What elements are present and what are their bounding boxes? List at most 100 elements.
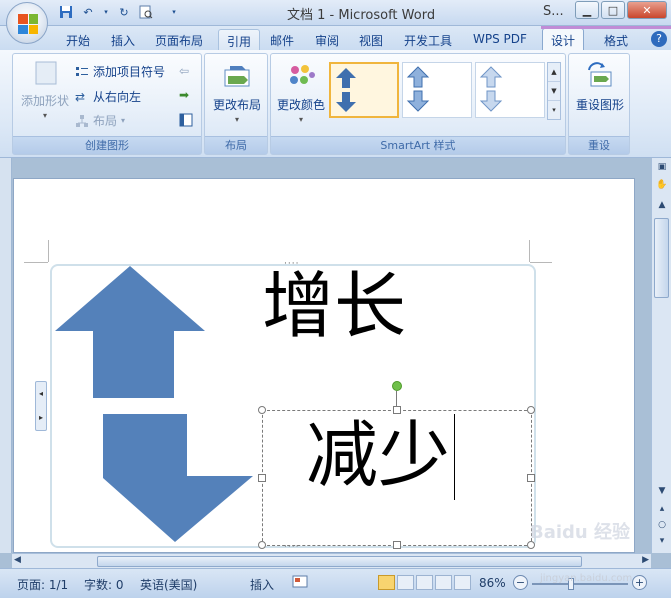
smartart-tools-band: [541, 26, 671, 29]
ruler-toggle-icon[interactable]: ▣: [655, 162, 669, 176]
down-arrow-shape[interactable]: [103, 414, 253, 542]
minimize-button[interactable]: ▁: [575, 1, 599, 19]
tab-home[interactable]: 开始: [58, 29, 98, 50]
dropdown-arrow-icon[interactable]: ▾: [102, 4, 110, 20]
scroll-left-icon[interactable]: ◀: [14, 555, 21, 565]
crop-mark: [529, 240, 530, 262]
title-bar: ↶ ▾ ↻ ▾ 文档 1 - Microsoft Word S... ▁ □ ✕: [0, 0, 671, 26]
layout-gallery-icon: [222, 62, 252, 92]
change-layout-label: 更改布局: [212, 98, 261, 112]
style-option-3[interactable]: [475, 62, 545, 118]
tab-developer[interactable]: 开发工具: [396, 29, 460, 50]
tab-format[interactable]: 格式: [596, 29, 636, 50]
group-smartart-styles: 更改颜色 ▾ ▲ ▼ ▾ SmartArt 样式: [270, 53, 566, 155]
language-indicator[interactable]: 英语(美国): [140, 576, 197, 593]
smartart-arrows: [55, 266, 253, 542]
window-title: 文档 1 - Microsoft Word: [287, 8, 436, 23]
print-preview-icon[interactable]: [138, 4, 154, 20]
customize-toolbar-icon[interactable]: ▾: [170, 4, 178, 20]
layout-dropdown-button[interactable]: 布局 ▾: [75, 112, 125, 129]
style-option-1[interactable]: [329, 62, 399, 118]
resize-handle-s[interactable]: [393, 541, 401, 549]
office-logo-icon: [18, 14, 38, 34]
resize-handle-n[interactable]: [393, 406, 401, 414]
select-browse-object-icon[interactable]: ○: [655, 520, 669, 534]
outline-view-icon[interactable]: [435, 575, 452, 590]
reset-graphic-button[interactable]: 重设图形: [571, 62, 629, 113]
text-pane-toggle[interactable]: ◂ ▸: [35, 381, 47, 431]
style-option-2[interactable]: [402, 62, 472, 118]
resize-handle-ne[interactable]: [527, 406, 535, 414]
tab-references[interactable]: 引用: [218, 29, 261, 50]
add-bullet-button[interactable]: 添加项目符号: [75, 63, 165, 80]
add-shape-button[interactable]: 添加形状 ▾: [17, 58, 73, 120]
full-screen-reading-view-icon[interactable]: [397, 575, 414, 590]
close-button[interactable]: ✕: [627, 1, 667, 19]
insert-mode[interactable]: 插入: [250, 576, 274, 593]
resize-handle-nw[interactable]: [258, 406, 266, 414]
scroll-down-icon[interactable]: ▼: [655, 486, 669, 500]
tab-view[interactable]: 视图: [351, 29, 391, 50]
vertical-ruler: [0, 158, 12, 553]
scroll-up-icon[interactable]: ▲: [655, 200, 669, 214]
window-controls: ▁ □ ✕: [575, 1, 667, 19]
group-reset: 重设图形 重设: [568, 53, 630, 155]
tab-review[interactable]: 审阅: [307, 29, 347, 50]
maximize-button[interactable]: □: [601, 1, 625, 19]
resize-handle-sw[interactable]: [258, 541, 266, 549]
help-icon[interactable]: ?: [651, 31, 667, 47]
group-create-graphic: 添加形状 ▾ 添加项目符号 ⇄ 从右向左 布局 ▾ ⇦ ➡ 创建图形: [12, 53, 202, 155]
tab-insert[interactable]: 插入: [103, 29, 143, 50]
tab-page-layout[interactable]: 页面布局: [147, 29, 211, 50]
print-layout-view-icon[interactable]: [378, 575, 395, 590]
text-cursor: [454, 414, 455, 500]
zoom-level[interactable]: 86%: [479, 576, 506, 590]
resize-handle-e[interactable]: [527, 474, 535, 482]
status-bar: 页面: 1/1 字数: 0 英语(美国) 插入 86% − + jingyan.…: [0, 568, 671, 598]
previous-page-icon[interactable]: ▴: [655, 504, 669, 518]
page-count[interactable]: 页面: 1/1: [17, 576, 68, 593]
gallery-down-icon[interactable]: ▼: [548, 82, 560, 101]
zoom-out-icon[interactable]: −: [513, 575, 528, 590]
tab-mailings[interactable]: 邮件: [262, 29, 302, 50]
change-colors-button[interactable]: 更改颜色 ▾: [273, 62, 329, 124]
zoom-in-icon[interactable]: +: [632, 575, 647, 590]
text-pane-icon[interactable]: [179, 113, 193, 127]
bullet-list-icon: [75, 65, 89, 79]
rotation-handle[interactable]: [392, 381, 402, 391]
crop-mark: [48, 240, 49, 262]
group-layouts-label: 布局: [205, 136, 267, 154]
tab-wps-pdf[interactable]: WPS PDF: [465, 29, 535, 50]
smartart-text-growth[interactable]: 增长: [262, 266, 406, 346]
right-to-left-button[interactable]: ⇄ 从右向左: [75, 88, 141, 105]
demote-arrow-icon[interactable]: ➡: [179, 88, 189, 102]
undo-icon[interactable]: ↶: [80, 4, 96, 20]
word-count[interactable]: 字数: 0: [84, 576, 124, 593]
smartart-text-decrease[interactable]: 减少: [306, 414, 450, 496]
resize-handle-w[interactable]: [258, 474, 266, 482]
redo-icon[interactable]: ↻: [116, 4, 132, 20]
draft-view-icon[interactable]: [454, 575, 471, 590]
scroll-right-icon[interactable]: ▶: [642, 555, 649, 565]
horizontal-scrollbar[interactable]: ◀ ▶: [12, 553, 651, 568]
group-reset-label: 重设: [569, 136, 629, 154]
vertical-scrollbar[interactable]: ▣ ✋ ▲ ▼ ▴ ○ ▾: [651, 158, 671, 553]
vertical-scroll-thumb[interactable]: [654, 218, 669, 298]
up-arrow-shape[interactable]: [55, 266, 205, 398]
gallery-more-icon[interactable]: ▾: [548, 101, 560, 120]
next-page-icon[interactable]: ▾: [655, 536, 669, 550]
web-layout-view-icon[interactable]: [416, 575, 433, 590]
pan-hand-icon[interactable]: ✋: [655, 180, 669, 194]
crop-mark: [530, 262, 552, 263]
horizontal-scroll-thumb[interactable]: [97, 556, 582, 567]
change-layout-button[interactable]: 更改布局 ▾: [207, 62, 267, 124]
gallery-scroll[interactable]: ▲ ▼ ▾: [547, 62, 561, 120]
office-button[interactable]: [6, 2, 48, 44]
color-palette-icon: [286, 62, 316, 92]
macro-record-icon[interactable]: [292, 574, 308, 593]
tab-design[interactable]: 设计: [542, 28, 585, 51]
gallery-up-icon[interactable]: ▲: [548, 63, 560, 82]
change-colors-label: 更改颜色: [276, 98, 325, 112]
save-icon[interactable]: [58, 4, 74, 20]
promote-arrow-icon[interactable]: ⇦: [179, 64, 189, 78]
